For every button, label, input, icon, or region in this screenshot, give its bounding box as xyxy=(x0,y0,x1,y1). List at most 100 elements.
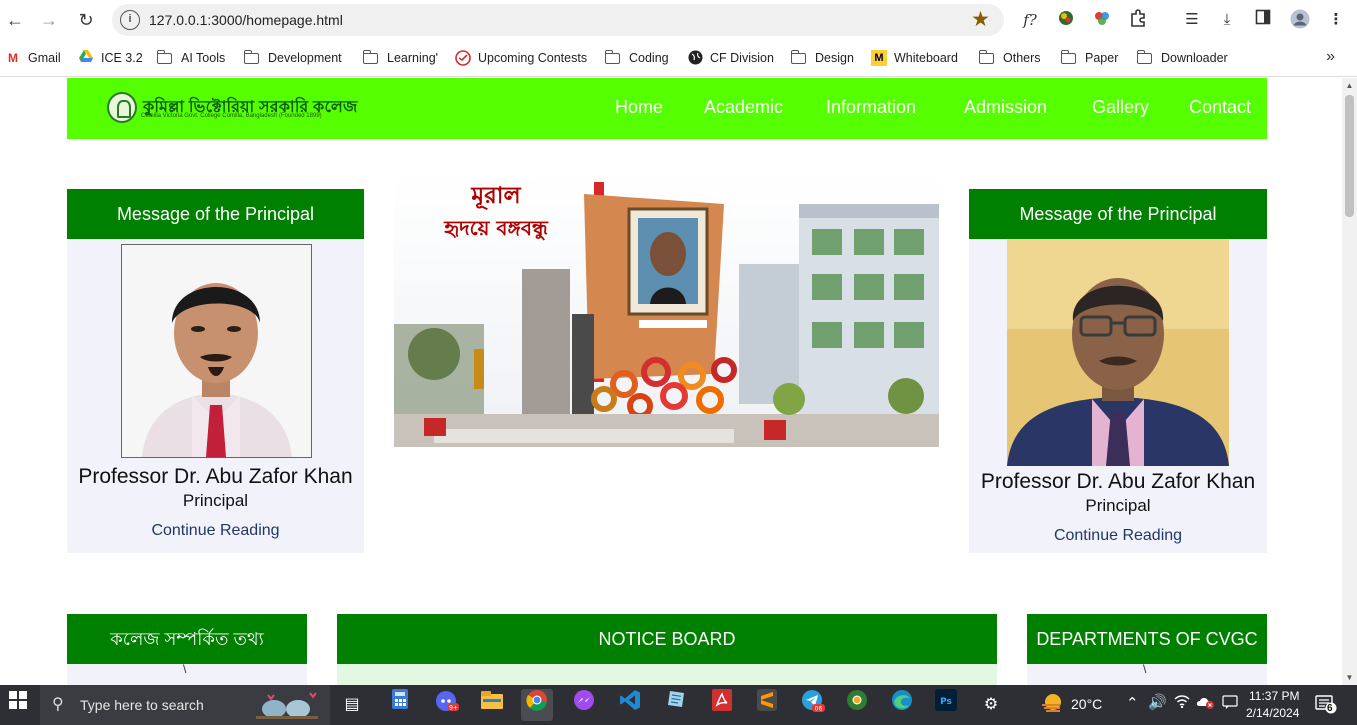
discord-icon[interactable]: 9+ xyxy=(431,689,463,721)
profile-avatar-icon[interactable] xyxy=(1289,9,1311,31)
calculator-icon[interactable] xyxy=(384,689,416,721)
nav-gallery[interactable]: Gallery xyxy=(1092,97,1149,118)
vscode-icon[interactable] xyxy=(614,689,646,721)
clock-date[interactable]: 2/14/2024 xyxy=(1246,706,1299,720)
bookmark-upcoming-contests[interactable]: Upcoming Contests xyxy=(455,48,587,68)
pdf-reader-icon[interactable] xyxy=(706,689,738,721)
extensions-puzzle-icon[interactable] xyxy=(1127,9,1149,31)
onedrive-error-icon[interactable] xyxy=(1196,694,1216,713)
more-bookmarks-icon[interactable]: » xyxy=(1326,48,1335,66)
folder-icon xyxy=(243,49,259,64)
principal-card-right: Message of the Principal Professor Dr. A… xyxy=(969,189,1267,553)
nav-home[interactable]: Home xyxy=(615,97,663,118)
taskbar-search-box[interactable]: ⚲ Type here to search xyxy=(40,685,330,725)
page-scrollbar[interactable]: ▲ ▼ xyxy=(1342,78,1357,685)
folder-icon xyxy=(978,49,994,64)
forward-icon[interactable]: → xyxy=(38,9,60,31)
svg-text:9+: 9+ xyxy=(449,705,458,712)
side-panel-icon[interactable] xyxy=(1252,9,1274,31)
folder-icon xyxy=(1136,49,1152,64)
file-explorer-icon[interactable] xyxy=(476,689,508,721)
bookmark-design[interactable]: Design xyxy=(790,48,854,68)
search-placeholder[interactable]: Type here to search xyxy=(80,697,204,713)
chrome-alt-icon[interactable] xyxy=(841,689,873,721)
weather-icon[interactable] xyxy=(1040,691,1064,718)
media-queue-icon[interactable]: ☰ xyxy=(1181,9,1203,31)
bookmark-whiteboard[interactable]: M Whiteboard xyxy=(871,48,958,68)
clock-time[interactable]: 11:37 PM xyxy=(1249,689,1299,703)
volume-icon[interactable]: 🔊 xyxy=(1148,693,1167,711)
nav-information[interactable]: Information xyxy=(826,97,916,118)
bookmark-ai-tools[interactable]: AI Tools xyxy=(156,48,225,68)
scroll-up-icon[interactable]: ▲ xyxy=(1345,81,1354,90)
photoshop-icon[interactable]: Ps xyxy=(930,689,962,721)
folder-icon xyxy=(362,49,378,64)
svg-text:Ps: Ps xyxy=(940,697,952,707)
banner-caption-line2: হৃদয়ে বঙ্গবন্ধু xyxy=(444,216,548,240)
bookmark-coding[interactable]: Coding xyxy=(604,48,669,68)
wifi-icon[interactable] xyxy=(1174,694,1190,711)
bookmark-development[interactable]: Development xyxy=(243,48,342,68)
site-info-icon[interactable]: i xyxy=(120,10,140,30)
reload-icon[interactable]: ↻ xyxy=(75,9,97,31)
task-view-icon[interactable]: ▤ xyxy=(336,689,368,721)
nav-academic[interactable]: Academic xyxy=(704,97,783,118)
departments-body: \ xyxy=(1027,662,1267,685)
messenger-icon[interactable] xyxy=(568,689,600,721)
folder-icon xyxy=(790,49,806,64)
url-text[interactable]: 127.0.0.1:3000/homepage.html xyxy=(149,12,343,28)
nav-admission[interactable]: Admission xyxy=(964,97,1047,118)
bookmark-label: Downloader xyxy=(1161,51,1228,65)
settings-gear-icon[interactable]: ⚙ xyxy=(975,689,1007,721)
bookmark-cf-division[interactable]: CF Division xyxy=(687,48,774,68)
continue-reading-link[interactable]: Continue Reading xyxy=(969,527,1267,545)
color-extension-icon[interactable] xyxy=(1091,9,1113,31)
bookmark-learning[interactable]: Learning' xyxy=(362,48,439,68)
principal-role: Principal xyxy=(1085,496,1151,515)
address-bar[interactable]: i 127.0.0.1:3000/homepage.html ★ xyxy=(112,4,1004,36)
windows-start-icon[interactable] xyxy=(2,689,34,721)
bookmark-gmail[interactable]: M Gmail xyxy=(5,48,61,68)
bookmark-others[interactable]: Others xyxy=(978,48,1041,68)
notes-app-icon[interactable] xyxy=(660,689,692,721)
bookmark-label: Learning' xyxy=(387,51,439,65)
back-icon[interactable]: ← xyxy=(4,9,26,31)
birds-widget-icon xyxy=(256,692,318,719)
scrollbar-thumb[interactable] xyxy=(1345,95,1354,217)
nav-contact[interactable]: Contact xyxy=(1189,97,1251,118)
backslash-glyph: \ xyxy=(183,662,187,676)
browser-menu-icon[interactable]: ⋮ xyxy=(1325,9,1347,31)
gmail-icon: M xyxy=(8,51,18,65)
chrome-taskbar-icon[interactable] xyxy=(521,689,553,721)
bookmark-ice[interactable]: ICE 3.2 xyxy=(78,48,143,68)
drive-icon xyxy=(78,50,94,66)
edge-icon[interactable] xyxy=(886,689,918,721)
tray-chevron-up-icon[interactable]: ⌃ xyxy=(1126,694,1139,712)
contest-icon xyxy=(455,50,471,66)
bookmark-label: Gmail xyxy=(28,51,61,65)
bookmark-star-icon[interactable]: ★ xyxy=(971,7,990,32)
notification-center-icon[interactable] xyxy=(1315,694,1337,717)
bookmark-label: Whiteboard xyxy=(894,51,958,65)
formula-extension-icon[interactable]: f? xyxy=(1019,9,1041,31)
bookmark-label: Paper xyxy=(1085,51,1119,65)
bookmark-paper[interactable]: Paper xyxy=(1060,48,1119,68)
principal-card-left: Message of the Principal Professor Dr. A… xyxy=(67,189,364,553)
continue-reading-link[interactable]: Continue Reading xyxy=(67,522,364,540)
weather-temperature[interactable]: 20°C xyxy=(1071,696,1102,712)
bookmark-downloader[interactable]: Downloader xyxy=(1136,48,1228,68)
download-icon[interactable]: ⤓ xyxy=(1216,9,1238,31)
folder-icon xyxy=(156,49,172,64)
principal-name: Professor Dr. Abu Zafor Khan xyxy=(78,465,353,488)
scroll-down-icon[interactable]: ▼ xyxy=(1345,673,1354,682)
mural-banner-image: মূরাল হৃদয়ে বঙ্গবন্ধু xyxy=(394,174,939,447)
globe-extension-icon[interactable] xyxy=(1055,9,1077,31)
telegram-icon[interactable]: 06 xyxy=(797,689,829,721)
sublime-text-icon[interactable] xyxy=(751,689,783,721)
bookmark-label: Upcoming Contests xyxy=(478,51,588,65)
college-logo-icon[interactable] xyxy=(107,92,137,123)
banner-caption: মূরাল হৃদয়ে বঙ্গবন্ধু xyxy=(426,180,566,244)
departments-heading: DEPARTMENTS OF CVGC xyxy=(1027,614,1267,664)
browser-toolbar: ← → ↻ i 127.0.0.1:3000/homepage.html ★ f… xyxy=(0,0,1357,40)
language-input-icon[interactable] xyxy=(1222,694,1238,713)
